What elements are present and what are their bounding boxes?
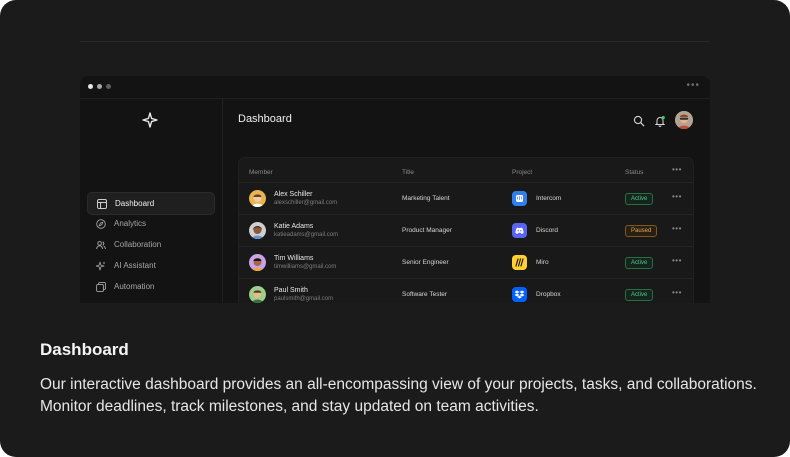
table-row[interactable]: Alex Schiller alexschiller@gmail.com Mar…	[239, 182, 693, 215]
window-dot-icon[interactable]	[106, 84, 111, 89]
compass-icon	[96, 218, 106, 229]
members-table: Member Title Project Status ••• Alex Sch…	[238, 157, 694, 303]
sidebar-item-dashboard[interactable]: Dashboard	[87, 192, 215, 215]
avatar	[249, 286, 266, 303]
sparkle-logo-icon[interactable]	[142, 112, 158, 128]
status-badge: Active	[625, 257, 654, 269]
window-dot-icon[interactable]	[97, 84, 102, 89]
row-more-icon[interactable]: •••	[672, 192, 682, 201]
project-name: Dropbox	[536, 291, 561, 298]
window-more-icon[interactable]: •••	[686, 80, 700, 91]
window-titlebar: •••	[80, 76, 710, 99]
member-name: Tim Williams	[274, 255, 314, 262]
row-more-icon[interactable]: •••	[672, 256, 682, 265]
sidebar-item-label: AI Assistant	[114, 261, 156, 270]
column-header-title[interactable]: Title	[402, 169, 414, 176]
sidebar: Dashboard Analytics Collaboration AI Ass…	[80, 98, 223, 303]
sidebar-item-label: Analytics	[114, 219, 147, 228]
search-icon[interactable]	[633, 115, 645, 127]
sidebar-item-label: Automation	[114, 282, 155, 291]
miro-icon	[512, 255, 527, 270]
member-email: paulsmith@gmail.com	[274, 296, 334, 302]
sidebar-item-label: Dashboard	[115, 199, 155, 208]
bell-icon[interactable]	[654, 115, 666, 127]
sidebar-item-analytics[interactable]: Analytics	[87, 213, 213, 234]
sidebar-item-automation[interactable]: Automation	[87, 276, 213, 297]
member-name: Paul Smith	[274, 287, 308, 294]
project-name: Discord	[536, 227, 559, 234]
page-title: Dashboard	[238, 113, 292, 125]
member-email: timwilliams@gmail.com	[274, 264, 337, 270]
status-badge: Active	[625, 289, 654, 301]
member-name: Alex Schiller	[274, 191, 313, 198]
main-content: Dashboard Member Title Project Status ••…	[223, 98, 710, 303]
project-name: Intercom	[536, 195, 562, 202]
row-more-icon[interactable]: •••	[672, 224, 682, 233]
column-header-member[interactable]: Member	[249, 169, 273, 176]
sidebar-item-label: Collaboration	[114, 240, 162, 249]
sparkles-icon	[96, 261, 106, 270]
sidebar-item-collaboration[interactable]: Collaboration	[87, 234, 213, 255]
avatar	[249, 254, 266, 271]
member-name: Katie Adams	[274, 223, 314, 230]
status-badge: Active	[625, 193, 654, 205]
column-header-project[interactable]: Project	[512, 169, 532, 176]
feature-card: ••• Dashboard Analytics Collaboration AI…	[0, 0, 790, 457]
layout-icon	[97, 198, 107, 209]
feature-description: Our interactive dashboard provides an al…	[40, 376, 757, 415]
dropbox-icon	[512, 287, 527, 302]
table-row[interactable]: Katie Adams katieadams@gmail.com Product…	[239, 214, 693, 247]
feature-title: Dashboard	[40, 340, 129, 359]
member-email: katieadams@gmail.com	[274, 232, 339, 238]
member-title: Senior Engineer	[402, 259, 449, 266]
member-email: alexschiller@gmail.com	[274, 200, 338, 206]
users-icon	[96, 240, 106, 249]
avatar	[249, 222, 266, 239]
status-badge: Paused	[625, 225, 658, 237]
discord-icon	[512, 223, 527, 238]
member-title: Marketing Talent	[402, 195, 450, 202]
window-dot-icon[interactable]	[88, 84, 93, 89]
row-more-icon[interactable]: •••	[672, 288, 682, 297]
column-header-status[interactable]: Status	[625, 169, 643, 176]
avatar[interactable]	[675, 111, 693, 129]
copy-icon	[96, 281, 106, 292]
project-name: Miro	[536, 259, 549, 266]
divider	[80, 41, 710, 42]
member-title: Software Tester	[402, 291, 448, 298]
app-window: ••• Dashboard Analytics Collaboration AI…	[80, 76, 710, 303]
avatar	[249, 190, 266, 207]
header-more-icon[interactable]: •••	[672, 165, 682, 174]
member-title: Product Manager	[402, 227, 452, 234]
sidebar-item-ai-assistant[interactable]: AI Assistant	[87, 255, 213, 276]
table-row[interactable]: Tim Williams timwilliams@gmail.com Senio…	[239, 246, 693, 279]
table-row[interactable]: Paul Smith paulsmith@gmail.com Software …	[239, 278, 693, 303]
intercom-icon	[512, 191, 527, 206]
